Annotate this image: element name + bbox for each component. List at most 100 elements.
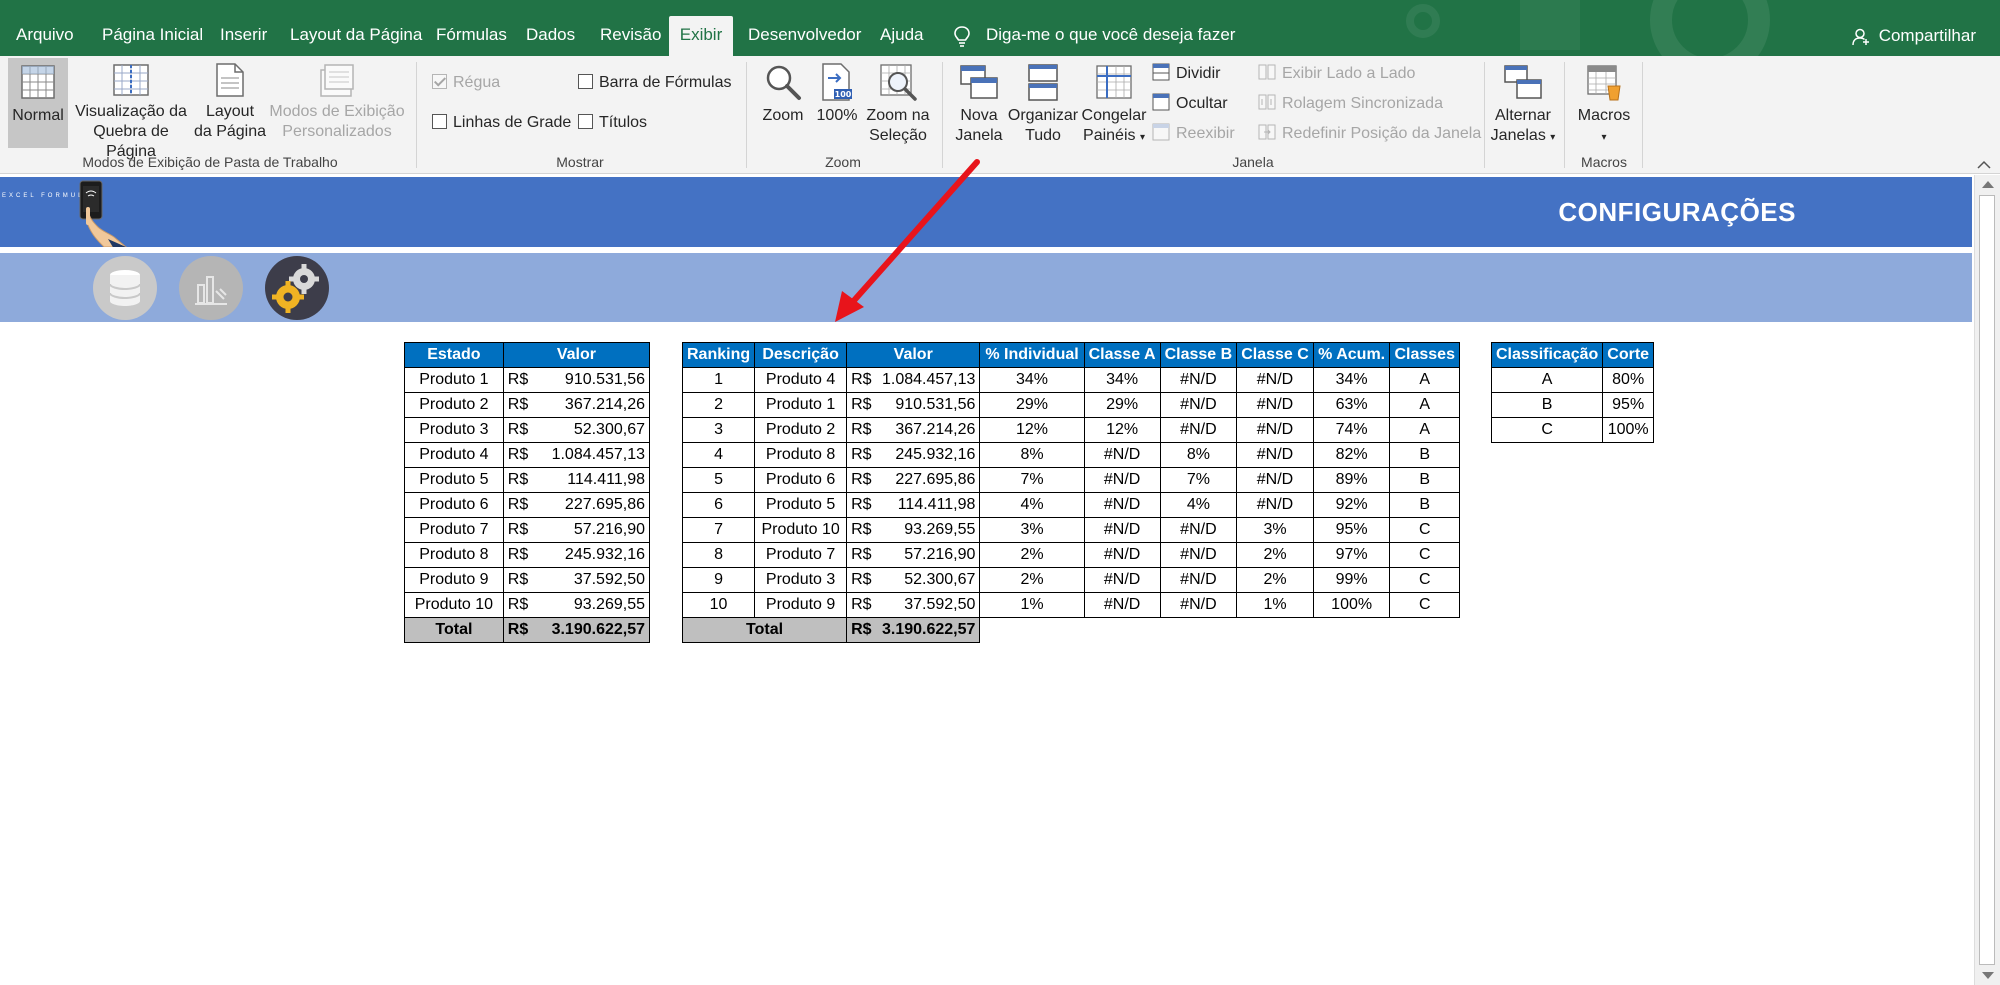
page-break-preview-button[interactable]: Visualização da Quebra de Página (70, 62, 192, 160)
total-value-cell[interactable]: R$ 3.190.622,57 (846, 617, 981, 643)
header-cell[interactable]: Classe C (1236, 342, 1314, 368)
share-button[interactable]: Compartilhar (1852, 16, 1976, 56)
class-c-cell[interactable]: 2% (1236, 567, 1314, 593)
class-c-cell[interactable]: 1% (1236, 592, 1314, 618)
class-cell[interactable]: C (1389, 567, 1460, 593)
percent-accum-cell[interactable]: 63% (1312, 392, 1391, 418)
header-cell[interactable]: Estado (404, 342, 504, 368)
value-cell[interactable]: R$ 114.411,98 (502, 467, 651, 493)
header-cell[interactable]: Classes (1389, 342, 1460, 368)
class-a-cell[interactable]: 34% (1083, 367, 1161, 393)
class-cell[interactable]: C (1389, 592, 1460, 618)
scroll-down-arrow-icon[interactable] (1982, 972, 1994, 979)
class-cell[interactable]: A (1389, 392, 1460, 418)
class-cell[interactable]: C (1389, 542, 1460, 568)
value-cell[interactable]: R$ 93.269,55 (846, 517, 981, 543)
class-b-cell[interactable]: #N/D (1159, 367, 1238, 393)
total-label[interactable]: Total (681, 617, 848, 643)
class-b-cell[interactable]: 7% (1159, 467, 1238, 493)
tab-dados[interactable]: Dados (518, 16, 583, 56)
header-cell[interactable]: Corte (1602, 342, 1655, 368)
formula-bar-checkbox[interactable]: Barra de Fórmulas (578, 72, 732, 94)
value-cell[interactable]: R$ 93.269,55 (502, 592, 651, 618)
zoom-button[interactable]: Zoom (756, 62, 810, 152)
product-cell[interactable]: Produto 8 (404, 542, 504, 568)
class-cell[interactable]: A (1389, 417, 1460, 443)
class-a-cell[interactable]: #N/D (1083, 442, 1161, 468)
cutoff-cell[interactable]: 80% (1602, 367, 1655, 393)
class-b-cell[interactable]: #N/D (1159, 567, 1238, 593)
synchronous-scrolling-button[interactable]: Rolagem Sincronizada (1258, 92, 1443, 116)
ranking-cell[interactable]: 3 (681, 417, 756, 443)
class-a-cell[interactable]: #N/D (1083, 492, 1161, 518)
percent-accum-cell[interactable]: 100% (1312, 592, 1391, 618)
description-cell[interactable]: Produto 3 (754, 567, 848, 593)
header-cell[interactable]: Classe A (1083, 342, 1161, 368)
product-cell[interactable]: Produto 3 (404, 417, 504, 443)
description-cell[interactable]: Produto 6 (754, 467, 848, 493)
ranking-cell[interactable]: 6 (681, 492, 756, 518)
percent-individual-cell[interactable]: 34% (979, 367, 1085, 393)
value-cell[interactable]: R$ 227.695,86 (846, 467, 981, 493)
ranking-cell[interactable]: 5 (681, 467, 756, 493)
class-b-cell[interactable]: #N/D (1159, 417, 1238, 443)
header-cell[interactable]: Ranking (681, 342, 756, 368)
arrange-all-button[interactable]: Organizar Tudo (1006, 62, 1080, 152)
product-cell[interactable]: Produto 2 (404, 392, 504, 418)
collapse-ribbon-icon[interactable] (1976, 158, 1992, 170)
class-a-cell[interactable]: #N/D (1083, 567, 1161, 593)
class-cell[interactable]: A (1389, 367, 1460, 393)
class-cell[interactable]: B (1389, 467, 1460, 493)
class-b-cell[interactable]: #N/D (1159, 592, 1238, 618)
product-cell[interactable]: Produto 5 (404, 467, 504, 493)
vertical-scrollbar[interactable] (1974, 175, 2000, 985)
split-button[interactable]: Dividir (1152, 62, 1220, 86)
product-cell[interactable]: Produto 10 (404, 592, 504, 618)
header-cell[interactable]: Valor (846, 342, 981, 368)
percent-individual-cell[interactable]: 1% (979, 592, 1085, 618)
new-window-button[interactable]: Nova Janela (950, 62, 1008, 152)
percent-accum-cell[interactable]: 34% (1312, 367, 1391, 393)
description-cell[interactable]: Produto 8 (754, 442, 848, 468)
header-cell[interactable]: Descrição (754, 342, 848, 368)
class-c-cell[interactable]: #N/D (1236, 417, 1314, 443)
description-cell[interactable]: Produto 1 (754, 392, 848, 418)
class-a-cell[interactable]: #N/D (1083, 542, 1161, 568)
percent-accum-cell[interactable]: 82% (1312, 442, 1391, 468)
zoom-100-button[interactable]: 100 100% (814, 62, 860, 152)
ranking-cell[interactable]: 10 (681, 592, 756, 618)
normal-view-button[interactable]: Normal (8, 58, 68, 148)
gridlines-checkbox[interactable]: Linhas de Grade (432, 112, 571, 134)
class-b-cell[interactable]: 8% (1159, 442, 1238, 468)
description-cell[interactable]: Produto 7 (754, 542, 848, 568)
view-side-by-side-button[interactable]: Exibir Lado a Lado (1258, 62, 1415, 86)
header-cell[interactable]: Classe B (1159, 342, 1238, 368)
class-c-cell[interactable]: #N/D (1236, 442, 1314, 468)
classification-cell[interactable]: A (1490, 367, 1604, 393)
percent-individual-cell[interactable]: 29% (979, 392, 1085, 418)
description-cell[interactable]: Produto 9 (754, 592, 848, 618)
product-cell[interactable]: Produto 7 (404, 517, 504, 543)
class-c-cell[interactable]: #N/D (1236, 392, 1314, 418)
percent-individual-cell[interactable]: 7% (979, 467, 1085, 493)
tab-arquivo[interactable]: Arquivo (8, 16, 82, 56)
class-c-cell[interactable]: #N/D (1236, 467, 1314, 493)
ranking-cell[interactable]: 9 (681, 567, 756, 593)
percent-individual-cell[interactable]: 2% (979, 542, 1085, 568)
value-cell[interactable]: R$ 1.084.457,13 (502, 442, 651, 468)
value-cell[interactable]: R$ 52.300,67 (502, 417, 651, 443)
product-cell[interactable]: Produto 6 (404, 492, 504, 518)
ranking-cell[interactable]: 7 (681, 517, 756, 543)
classification-cell[interactable]: B (1490, 392, 1604, 418)
value-cell[interactable]: R$ 367.214,26 (502, 392, 651, 418)
ranking-cell[interactable]: 4 (681, 442, 756, 468)
tab-layout-da-pagina[interactable]: Layout da Página (282, 16, 430, 56)
percent-accum-cell[interactable]: 89% (1312, 467, 1391, 493)
percent-accum-cell[interactable]: 95% (1312, 517, 1391, 543)
scroll-up-arrow-icon[interactable] (1982, 181, 1994, 188)
class-a-cell[interactable]: #N/D (1083, 592, 1161, 618)
percent-individual-cell[interactable]: 12% (979, 417, 1085, 443)
percent-individual-cell[interactable]: 2% (979, 567, 1085, 593)
database-icon[interactable] (92, 255, 158, 321)
cutoff-cell[interactable]: 100% (1602, 417, 1655, 443)
